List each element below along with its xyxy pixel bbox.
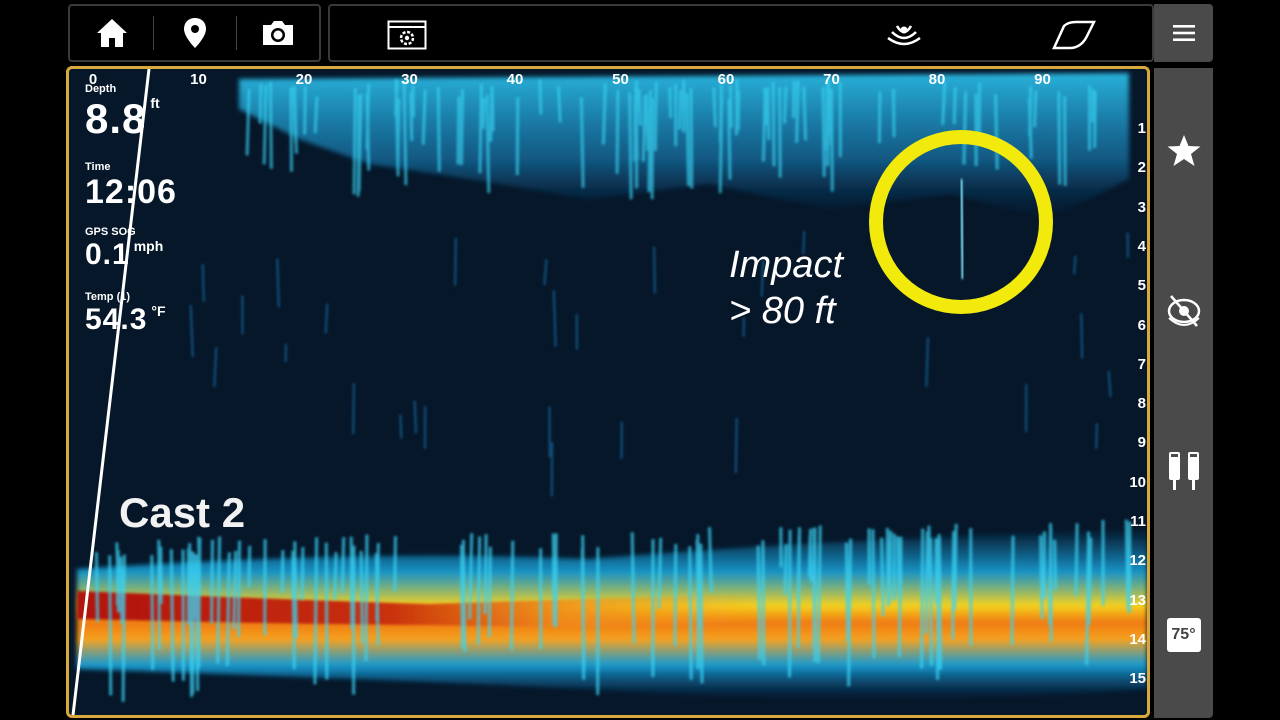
- depth-readout: Depth 8.8 ft: [85, 83, 160, 143]
- time-readout: Time 12:06: [85, 161, 177, 212]
- depth-tick-label: 11: [1130, 513, 1146, 530]
- hscale-tick-label: 40: [506, 71, 524, 88]
- hscale-tick-label: 10: [190, 71, 207, 88]
- depth-tick-label: 4: [1137, 237, 1146, 255]
- sonar-source-button[interactable]: [882, 16, 926, 54]
- temp-badge: 75°: [1166, 618, 1201, 652]
- hamburger-menu-icon: [1172, 25, 1195, 41]
- impact-line-2: > 80 ft: [729, 290, 836, 332]
- livescope-mode-button[interactable]: [1160, 288, 1207, 334]
- impact-line-1: Impact: [729, 244, 844, 286]
- hscale-tick-label: 20: [295, 71, 313, 88]
- camera-icon: [262, 21, 293, 45]
- home-button[interactable]: [70, 6, 153, 60]
- temp-label: Temp (1): [85, 291, 131, 303]
- right-toolbar: 75°: [1154, 68, 1213, 718]
- favorite-button[interactable]: [1160, 128, 1207, 174]
- hscale-tick-label: 80: [928, 71, 946, 88]
- depth-tick-label: 13: [1129, 591, 1146, 609]
- depth-tick-label: 2: [1137, 159, 1146, 177]
- time-value: 12:06: [85, 173, 177, 211]
- depth-tick-label: 14: [1129, 630, 1146, 648]
- temp-value: 54.3: [85, 303, 148, 336]
- sog-label: GPS SOG: [85, 226, 136, 238]
- hscale-tick-label: 30: [401, 71, 418, 88]
- depth-tick-label: 8: [1137, 395, 1146, 413]
- main-menu-button[interactable]: [1154, 4, 1213, 62]
- temp-unit: °F: [151, 303, 166, 319]
- depth-tick-label: 9: [1137, 434, 1146, 452]
- sog-unit: mph: [133, 238, 164, 254]
- time-label: Time: [85, 161, 111, 173]
- boat-hull-icon: [1052, 20, 1096, 50]
- livescope-sonar-view[interactable]: 0 10 20 30 40 50 60 70 80 90 1 2 3 4 5 6 7 8 9 10 11 12 13 14 1…: [66, 66, 1150, 718]
- map-pin-icon: [183, 18, 206, 48]
- sonar-returns-image: [71, 69, 1147, 715]
- transducer-eye-icon: [1167, 295, 1200, 327]
- sog-readout: GPS SOG 0.1 mph: [85, 226, 163, 272]
- vessel-button[interactable]: [1048, 16, 1098, 54]
- page-settings-button[interactable]: [386, 16, 428, 54]
- topbar-quick-actions: [68, 4, 321, 62]
- split-view-button[interactable]: [1160, 448, 1207, 494]
- hscale-tick-label: 70: [823, 71, 840, 88]
- waypoint-button[interactable]: [153, 6, 236, 60]
- hscale-tick-label: 90: [1034, 71, 1051, 88]
- depth-tick-label: 1: [1137, 120, 1146, 137]
- screenshot-button[interactable]: [236, 6, 319, 60]
- hscale-tick-label: 60: [717, 71, 735, 88]
- depth-tick-label: 3: [1137, 198, 1146, 216]
- depth-unit: ft: [150, 95, 160, 111]
- depth-tick-label: 5: [1137, 277, 1146, 295]
- depth-tick-label: 6: [1137, 316, 1146, 334]
- hscale-tick-label: 50: [612, 71, 629, 88]
- depth-value: 8.8: [85, 95, 147, 142]
- settings-gear-icon: [387, 20, 427, 50]
- depth-tick-label: 7: [1137, 355, 1146, 373]
- temp-readout: Temp (1) 54.3 °F: [85, 291, 166, 337]
- impact-annotation: Impact > 80 ft: [729, 242, 843, 334]
- depth-tick-label: 10: [1129, 473, 1146, 491]
- depth-label: Depth: [85, 83, 117, 95]
- sog-value: 0.1: [85, 238, 130, 271]
- depth-tick-label: 12: [1129, 552, 1146, 570]
- home-icon: [96, 19, 127, 47]
- cast-label: Cast 2: [119, 489, 246, 536]
- water-temp-button[interactable]: 75°: [1160, 612, 1207, 658]
- dual-transducer-icon: [1168, 452, 1199, 490]
- sonar-ping-icon: [887, 25, 921, 46]
- star-icon: [1167, 135, 1200, 166]
- depth-tick-label: 15: [1129, 670, 1146, 688]
- topbar-main: [328, 4, 1154, 62]
